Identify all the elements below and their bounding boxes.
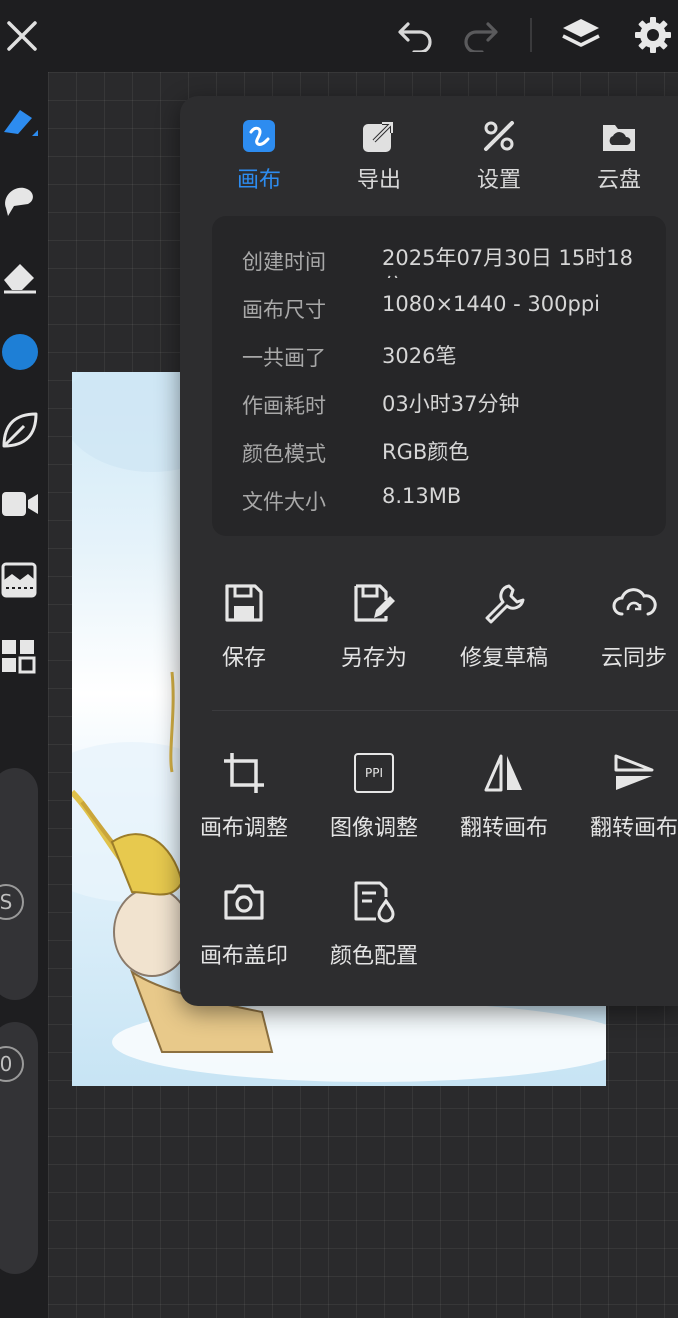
ppi-icon: PPI [354, 748, 394, 798]
tab-label: 设置 [476, 168, 521, 193]
camera-icon [222, 876, 266, 926]
tab-label: 导出 [356, 168, 401, 193]
info-value: 2025年07月30日 15时18分 [382, 246, 634, 278]
flip-horizontal-icon [482, 748, 526, 798]
top-toolbar [0, 0, 678, 72]
info-value: 3026笔 [382, 344, 457, 368]
info-label: 颜色模式 [242, 442, 326, 466]
canvas-stamp-button[interactable]: 画布盖印 [184, 876, 304, 986]
redo-icon[interactable] [458, 16, 502, 56]
video-icon[interactable] [0, 482, 40, 526]
cloud-sync-button[interactable]: 云同步 [574, 578, 678, 688]
color-profile-icon [352, 876, 396, 926]
save-icon [223, 578, 265, 628]
action-label: 画布盖印 [199, 944, 288, 969]
action-label: 保存 [221, 646, 266, 671]
settings-icon[interactable] [630, 12, 676, 58]
info-value: 03小时37分钟 [382, 392, 520, 416]
info-row-duration: 作画耗时 03小时37分钟 [242, 382, 656, 422]
section-divider [212, 710, 678, 711]
canvas-info-box: 创建时间 2025年07月30日 15时18分 画布尺寸 1080×1440 -… [212, 216, 666, 536]
eraser-icon[interactable] [0, 254, 40, 298]
flip-vertical-button[interactable]: 翻转画布 [574, 748, 678, 858]
info-label: 作画耗时 [242, 394, 326, 418]
tab-label: 云盘 [596, 168, 641, 193]
info-value: RGB颜色 [382, 440, 470, 464]
save-as-button[interactable]: 另存为 [314, 578, 434, 688]
save-button[interactable]: 保存 [184, 578, 304, 688]
filter-icon[interactable] [0, 558, 40, 602]
cloud-drive-icon [601, 116, 637, 156]
brush-size-slider[interactable]: S [0, 768, 38, 1000]
repair-draft-button[interactable]: 修复草稿 [444, 578, 564, 688]
canvas-menu-panel: 画布 导出 设置 云盘 创建时间 2025年07月30日 15时18分 画布尺寸… [180, 96, 678, 1006]
info-label: 文件大小 [242, 490, 326, 514]
brush-icon[interactable] [0, 100, 40, 144]
info-row-color-mode: 颜色模式 RGB颜色 [242, 430, 656, 470]
action-label: 修复草稿 [459, 646, 548, 671]
tab-settings[interactable]: 设置 [444, 116, 554, 196]
action-label: 另存为 [340, 646, 407, 671]
info-value: 8.13MB [382, 484, 462, 508]
gallery-icon[interactable] [0, 634, 40, 678]
info-row-size: 画布尺寸 1080×1440 - 300ppi [242, 286, 656, 326]
flip-vertical-icon [612, 748, 656, 798]
smudge-icon[interactable] [0, 178, 40, 222]
close-icon[interactable] [2, 16, 42, 56]
opacity-knob[interactable]: 0 [0, 1046, 24, 1082]
tab-cloud-drive[interactable]: 云盘 [564, 116, 674, 196]
toolbar-divider [530, 18, 532, 52]
tab-canvas[interactable]: 画布 [204, 116, 314, 196]
info-row-file-size: 文件大小 8.13MB [242, 478, 656, 518]
action-label: 画布调整 [199, 816, 288, 841]
leaf-icon[interactable] [0, 408, 40, 452]
canvas-adjust-button[interactable]: 画布调整 [184, 748, 304, 858]
color-picker-icon[interactable] [0, 330, 40, 374]
action-label: 翻转画布 [589, 816, 678, 841]
crop-icon [222, 748, 266, 798]
wrench-icon [483, 578, 525, 628]
action-label: 翻转画布 [459, 816, 548, 841]
layers-icon[interactable] [558, 14, 604, 58]
tools-icon [482, 116, 516, 156]
brush-size-knob[interactable]: S [0, 884, 24, 920]
color-config-button[interactable]: 颜色配置 [314, 876, 434, 986]
export-icon [362, 116, 396, 156]
action-label: 云同步 [600, 646, 667, 671]
cloud-sync-icon [610, 578, 658, 628]
save-as-icon [352, 578, 396, 628]
left-toolbar: S 0 [0, 72, 48, 1318]
brush-size-label: S [0, 890, 13, 914]
tab-export[interactable]: 导出 [324, 116, 434, 196]
info-row-created: 创建时间 2025年07月30日 15时18分 [242, 238, 656, 278]
opacity-label: 0 [0, 1052, 13, 1076]
info-label: 画布尺寸 [242, 298, 326, 322]
info-value: 1080×1440 - 300ppi [382, 292, 600, 316]
ppi-icon-text: PPI [354, 753, 394, 793]
info-label: 一共画了 [242, 346, 326, 370]
opacity-slider[interactable]: 0 [0, 1022, 38, 1274]
action-label: 图像调整 [329, 816, 418, 841]
canvas-icon [242, 116, 276, 156]
flip-horizontal-button[interactable]: 翻转画布 [444, 748, 564, 858]
info-row-strokes: 一共画了 3026笔 [242, 334, 656, 374]
undo-icon[interactable] [394, 16, 438, 56]
image-adjust-button[interactable]: PPI 图像调整 [314, 748, 434, 858]
info-label: 创建时间 [242, 250, 326, 274]
tab-label: 画布 [236, 168, 281, 193]
action-label: 颜色配置 [329, 944, 418, 969]
